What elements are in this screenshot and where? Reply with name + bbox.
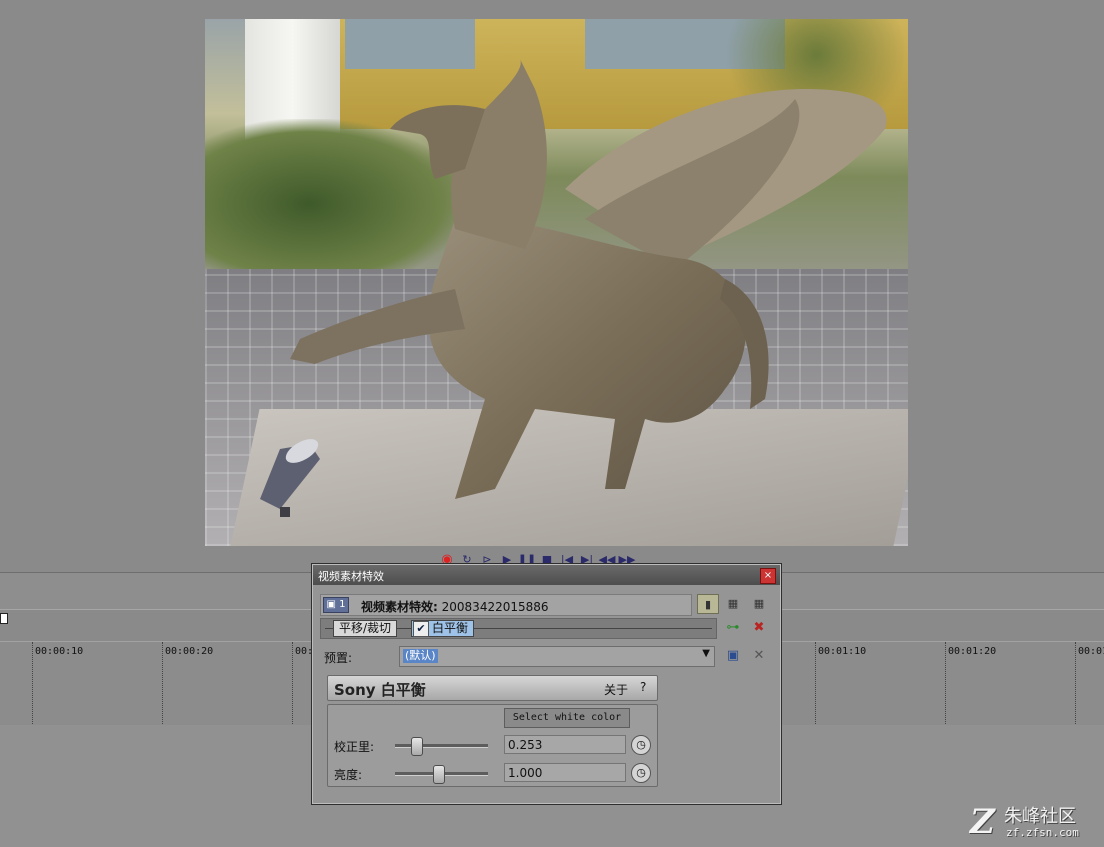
about-button[interactable]: 关于 <box>604 681 628 698</box>
timeline-tick-label: 00:01:20 <box>948 646 997 657</box>
fx-chain-label: 视频素材特效: 20083422015886 <box>361 598 549 615</box>
video-preview-image <box>205 19 908 546</box>
chevron-down-icon[interactable]: ▼ <box>702 648 710 659</box>
timeline-tick-label: 00:00:20 <box>165 646 214 657</box>
param-slider[interactable] <box>395 765 488 784</box>
timeline-tick-label: 00:00:10 <box>35 646 84 657</box>
fx-chain-label-title: 视频素材特效: <box>361 600 438 614</box>
preset-dropdown[interactable]: (默认) ▼ <box>399 646 715 667</box>
spotlight-icon <box>260 439 320 517</box>
fx-chain-label-id: 20083422015886 <box>441 600 549 614</box>
plugin-name: Sony 白平衡 <box>334 681 426 699</box>
param-label: 亮度: <box>334 768 363 782</box>
watermark-title: 朱峰社区 <box>1004 806 1076 827</box>
plugin-chain-icon[interactable]: ⊶ <box>724 620 742 636</box>
view-full-grid-icon[interactable]: ▦ <box>749 594 769 612</box>
preset-value: (默认) <box>403 649 438 663</box>
timeline-tick: 00:01:20 <box>945 642 996 724</box>
timeline-tick-label: 00:01 <box>1078 646 1104 657</box>
dialog-title: 视频素材特效 <box>318 570 384 583</box>
timeline-tick: 00:0 <box>292 642 319 724</box>
fx-chain-bar: 平移/裁切 白平衡 ✔ <box>320 618 717 639</box>
param-slider[interactable] <box>395 737 488 756</box>
plugin-header: Sony 白平衡 关于 ? <box>327 675 658 701</box>
view-grid-icon[interactable]: ▦ <box>723 594 743 612</box>
param-row-brightness: 亮度: 1.000 ◷ <box>328 762 657 784</box>
fx-plugin-pan-crop[interactable]: 平移/裁切 <box>333 620 398 637</box>
watermark-url: zf.zfsn.com <box>1006 826 1079 839</box>
slider-thumb[interactable] <box>432 765 445 784</box>
timeline-tick: 00:00:20 <box>162 642 213 724</box>
preset-label: 预置: <box>324 651 353 665</box>
delete-preset-icon[interactable]: ✕ <box>750 648 768 664</box>
timeline-region-marker[interactable] <box>0 613 8 624</box>
select-white-color-button[interactable]: Select white color <box>504 708 630 728</box>
clock-icon[interactable]: ◷ <box>631 735 651 755</box>
fx-chain-header: ▣ 1 视频素材特效: 20083422015886 <box>320 594 692 616</box>
dialog-title-bar[interactable]: 视频素材特效 × <box>313 565 780 585</box>
param-value-field[interactable]: 0.253 <box>504 735 626 754</box>
clock-icon[interactable]: ◷ <box>631 763 651 783</box>
param-value-field[interactable]: 1.000 <box>504 763 626 782</box>
fx-enable-checkbox[interactable]: ✔ <box>413 621 429 637</box>
param-label: 校正里: <box>334 740 375 754</box>
plugin-parameters: Select white color 校正里: 0.253 ◷ 亮度: 1.00… <box>327 704 658 787</box>
timeline-tick: 00:00:10 <box>32 642 83 724</box>
close-icon[interactable]: × <box>760 568 776 584</box>
timeline-tick: 00:01 <box>1075 642 1104 724</box>
timeline-tick: 00:01:10 <box>815 642 866 724</box>
param-row-correction: 校正里: 0.253 ◷ <box>328 734 657 756</box>
timeline-tick-label: 00:01:10 <box>818 646 867 657</box>
view-single-icon[interactable]: ▮ <box>697 594 719 614</box>
video-fx-dialog: 视频素材特效 × ▣ 1 视频素材特效: 20083422015886 ▮ ▦ … <box>311 563 782 805</box>
save-preset-icon[interactable]: ▣ <box>724 648 742 664</box>
slider-thumb[interactable] <box>411 737 424 756</box>
help-button[interactable]: ? <box>640 680 646 694</box>
watermark-logo: Z <box>970 802 995 842</box>
fx-chain-badge[interactable]: ▣ 1 <box>323 597 349 613</box>
watermark: Z 朱峰社区 zf.zfsn.com <box>970 802 1100 842</box>
remove-plugin-icon[interactable]: ✖ <box>750 620 768 636</box>
